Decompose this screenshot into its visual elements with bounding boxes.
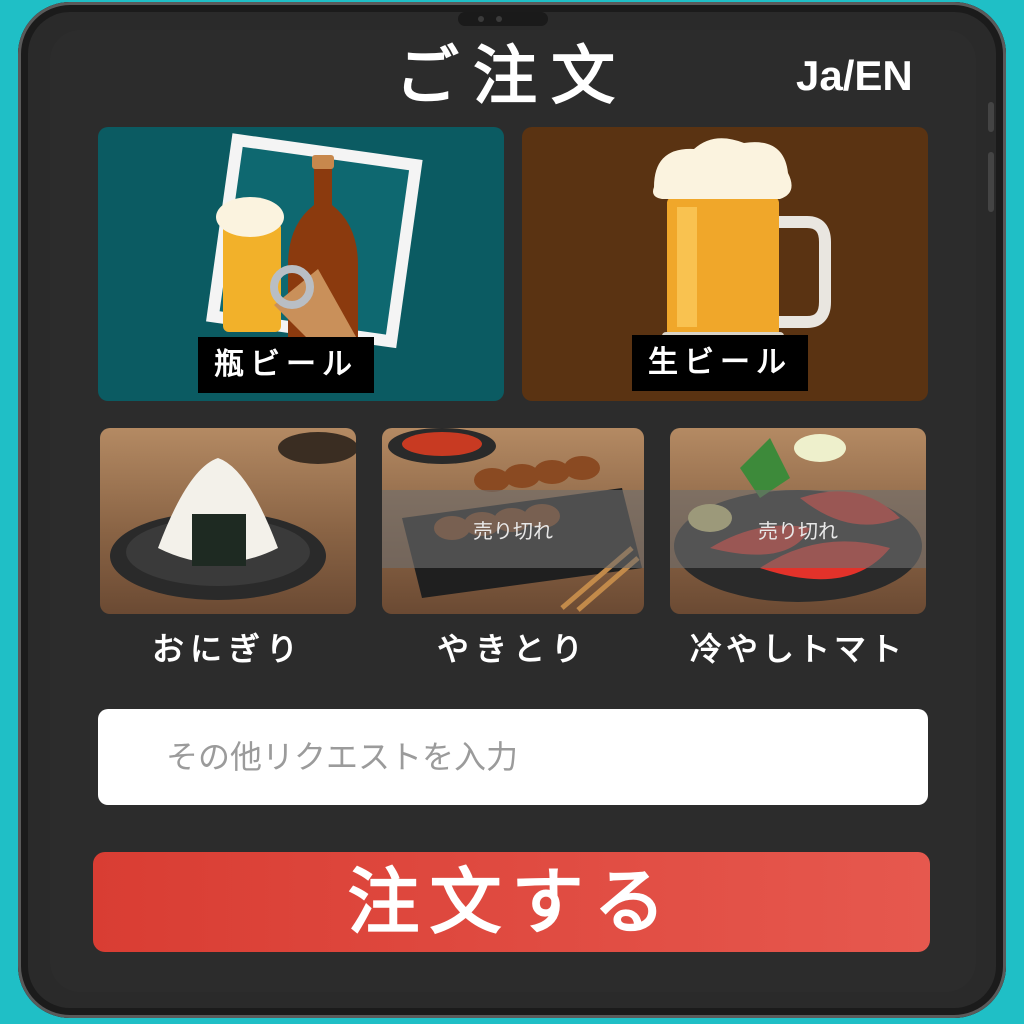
- sold-out-badge: 売り切れ: [670, 490, 926, 568]
- side-button: [988, 152, 994, 212]
- menu-item-label: やきとり: [436, 630, 589, 668]
- menu-card-yakitori[interactable]: 売り切れ: [382, 428, 644, 614]
- onigiri-icon: [110, 432, 356, 600]
- request-input[interactable]: [98, 709, 928, 805]
- menu-item-label: 冷やしトマト: [689, 630, 906, 668]
- order-button[interactable]: 注文する: [93, 852, 930, 952]
- menu-card-label: 生ビール: [632, 335, 808, 391]
- menu-item-label: おにぎり: [151, 630, 304, 668]
- camera-icon: [458, 12, 548, 26]
- language-toggle[interactable]: Ja/EN: [796, 52, 936, 100]
- sold-out-badge: 売り切れ: [382, 490, 644, 568]
- menu-card-bottle-beer[interactable]: 瓶ビール: [98, 127, 504, 401]
- menu-card-tomato[interactable]: 売り切れ: [670, 428, 926, 614]
- menu-card-onigiri[interactable]: [100, 428, 356, 614]
- menu-card-draft-beer[interactable]: 生ビール: [522, 127, 928, 401]
- menu-card-label: 瓶ビール: [198, 337, 374, 393]
